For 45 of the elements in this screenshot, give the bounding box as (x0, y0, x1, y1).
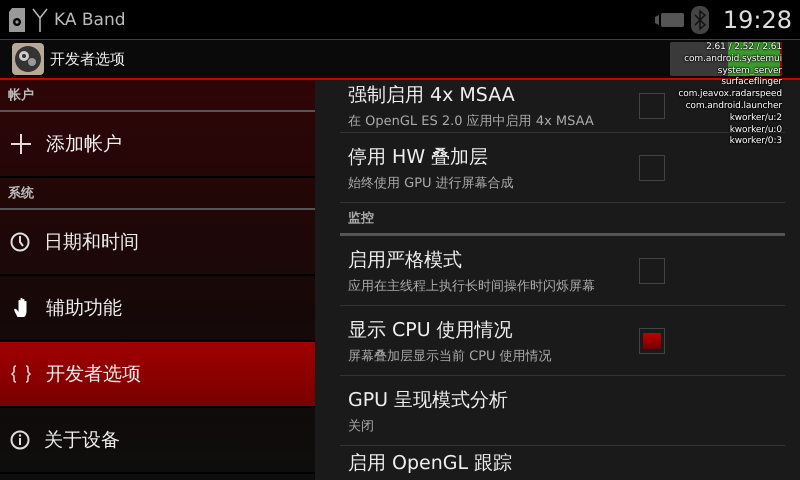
hand-icon (13, 298, 29, 318)
setting-title: 启用 OpenGL 跟踪 (348, 451, 512, 476)
section-header: 系统 (8, 184, 34, 202)
setting-summary: 在 OpenGL ES 2.0 应用中启用 4x MSAA (348, 113, 594, 130)
setting-title: GPU 呈现模式分析 (348, 388, 508, 412)
setting-summary: 屏幕叠加层显示当前 CPU 使用情况 (348, 348, 552, 364)
carrier-name: KA Band (54, 10, 126, 30)
section-header: 监控 (348, 210, 374, 227)
checkbox[interactable] (639, 258, 665, 284)
plus-icon (10, 133, 32, 155)
setting-title: 强制启用 4x MSAA (348, 83, 515, 108)
setting-summary: 应用在主线程上执行长时间操作时闪烁屏幕 (348, 278, 595, 294)
info-icon (10, 430, 30, 450)
setting-summary: 关闭 (348, 418, 374, 434)
section-header: 帐户 (8, 86, 34, 104)
antenna-icon (32, 6, 48, 32)
checkbox[interactable] (639, 328, 665, 354)
checkbox[interactable] (639, 154, 665, 180)
setting-row[interactable]: 启用 OpenGL 跟踪 (340, 446, 785, 480)
setting-row[interactable]: GPU 呈现模式分析 关闭 (340, 376, 785, 446)
sidebar-item[interactable]: 日期和时间 (0, 210, 315, 276)
cpu-usage-line: com.android.launcher (686, 100, 782, 113)
clock-icon (10, 232, 30, 252)
sd-card-icon (8, 6, 26, 32)
cpu-usage-line: kworker/u:0 (730, 124, 782, 136)
setting-title: 停用 HW 叠加层 (348, 144, 488, 170)
setting-row[interactable]: 启用严格模式 应用在主线程上执行长时间操作时闪烁屏幕 (340, 236, 785, 306)
setting-title: 启用严格模式 (348, 248, 462, 272)
setting-summary: 始终使用 GPU 进行屏幕合成 (348, 174, 514, 192)
sidebar-item[interactable]: 关于设备 (0, 408, 315, 474)
setting-row[interactable]: 显示 CPU 使用情况 屏幕叠加层显示当前 CPU 使用情况 (340, 306, 785, 376)
cpu-usage-line: kworker/0:3 (730, 136, 782, 148)
cpu-usage-line: kworker/u:2 (730, 112, 782, 125)
braces-icon (10, 363, 32, 385)
bluetooth-icon (690, 6, 709, 34)
cpu-usage-line: com.jeavox.radarspeed (678, 89, 782, 101)
clock-time: 19:28 (722, 6, 792, 34)
cpu-usage-line: surfaceflinger (721, 77, 782, 89)
setting-title: 显示 CPU 使用情况 (348, 318, 513, 342)
screen-title: 开发者选项 (50, 50, 125, 68)
checkbox[interactable] (639, 93, 665, 119)
battery-icon (654, 12, 685, 28)
sidebar-item[interactable]: 开发者选项 (0, 342, 315, 408)
app-icon[interactable] (12, 43, 44, 75)
sidebar-item[interactable]: 添加帐户 (0, 112, 315, 178)
